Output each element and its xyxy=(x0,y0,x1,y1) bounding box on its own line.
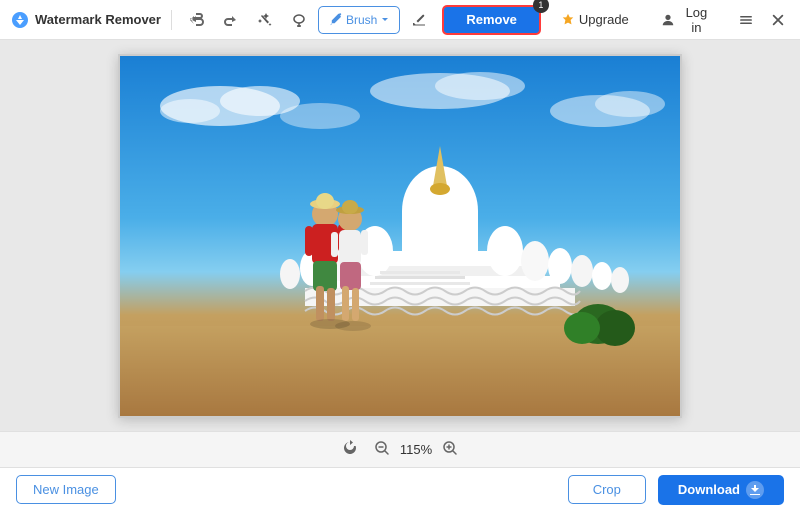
magic-wand-icon xyxy=(257,12,273,28)
magic-wand-button[interactable] xyxy=(250,6,280,34)
zoom-in-button[interactable] xyxy=(442,440,458,459)
undo-icon xyxy=(189,12,205,28)
zoom-level: 115% xyxy=(400,442,432,457)
scene-svg xyxy=(120,56,680,416)
upgrade-icon xyxy=(561,13,575,27)
menu-button[interactable] xyxy=(734,8,758,32)
image-container xyxy=(118,54,682,418)
lasso-icon xyxy=(291,12,307,28)
app-title: Watermark Remover xyxy=(35,12,161,27)
close-button[interactable] xyxy=(766,8,790,32)
toolbar: Brush Remove 1 xyxy=(182,5,541,35)
new-image-label: New Image xyxy=(33,482,99,497)
crop-label: Crop xyxy=(593,482,621,497)
brush-icon xyxy=(329,13,342,26)
app-logo-icon xyxy=(10,10,30,30)
zoom-in-icon xyxy=(442,440,458,456)
brush-button[interactable]: Brush xyxy=(318,6,400,34)
new-image-button[interactable]: New Image xyxy=(16,475,116,504)
action-bar: New Image Crop Download xyxy=(0,467,800,511)
photo-scene xyxy=(120,56,680,416)
undo-button[interactable] xyxy=(182,6,212,34)
app-logo: Watermark Remover xyxy=(10,10,161,30)
zoom-out-button[interactable] xyxy=(374,440,390,459)
crop-button[interactable]: Crop xyxy=(568,475,646,504)
rotate-icon xyxy=(342,440,358,456)
status-bar: 115% xyxy=(0,431,800,467)
download-button[interactable]: Download xyxy=(658,475,784,505)
upgrade-button[interactable]: Upgrade xyxy=(549,8,641,31)
remove-button[interactable]: Remove xyxy=(442,5,541,35)
login-button[interactable]: Log in xyxy=(649,1,726,39)
brush-chevron-icon xyxy=(381,16,389,24)
zoom-out-icon xyxy=(374,440,390,456)
download-label: Download xyxy=(678,482,740,497)
main-canvas-area xyxy=(0,40,800,431)
remove-button-wrap: Remove 1 xyxy=(442,5,541,35)
login-label: Log in xyxy=(679,5,714,35)
remove-label: Remove xyxy=(466,12,517,27)
remove-badge: 1 xyxy=(533,0,549,13)
app-header: Watermark Remover xyxy=(0,0,800,40)
redo-button[interactable] xyxy=(216,6,246,34)
upgrade-label: Upgrade xyxy=(579,12,629,27)
eraser-icon xyxy=(411,12,427,28)
rotate-button[interactable] xyxy=(342,440,358,459)
menu-icon xyxy=(738,12,754,28)
header-right: Upgrade Log in xyxy=(549,1,790,39)
zoom-control: 115% xyxy=(374,440,458,459)
brush-label: Brush xyxy=(346,13,377,27)
header-divider xyxy=(171,10,172,30)
redo-icon xyxy=(223,12,239,28)
download-icon xyxy=(749,484,761,496)
eraser-button[interactable] xyxy=(404,6,434,34)
download-icon-wrap xyxy=(746,481,764,499)
action-right: Crop Download xyxy=(568,475,784,505)
user-icon xyxy=(661,13,675,27)
lasso-button[interactable] xyxy=(284,6,314,34)
close-icon xyxy=(771,13,785,27)
